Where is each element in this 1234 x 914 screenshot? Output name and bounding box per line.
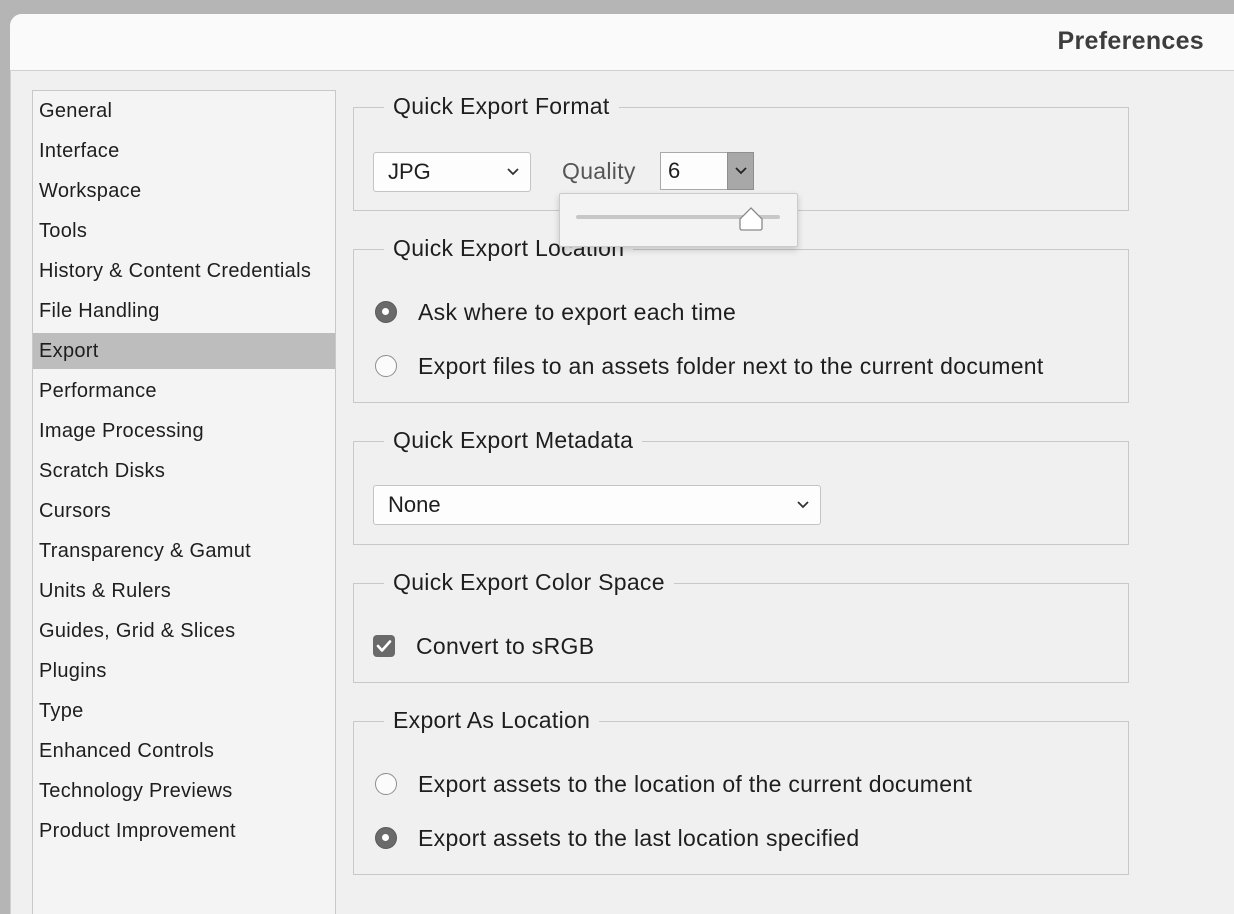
sidebar-item-export[interactable]: Export: [33, 333, 335, 369]
quality-dropdown-button[interactable]: [727, 152, 754, 190]
chevron-down-icon: [506, 153, 520, 206]
sidebar-item-units-rulers[interactable]: Units & Rulers: [33, 573, 335, 609]
quick-export-metadata-group: Quick Export Metadata None: [353, 426, 1129, 545]
title-bar: Preferences: [10, 14, 1234, 71]
option-label: Export assets to the last location speci…: [418, 825, 860, 851]
option-label: Export assets to the location of the cur…: [418, 771, 973, 797]
sidebar-item-type[interactable]: Type: [33, 693, 335, 729]
quick-export-color-space-legend: Quick Export Color Space: [384, 568, 674, 596]
metadata-select-value: None: [388, 492, 441, 517]
slider-thumb-icon[interactable]: [738, 206, 764, 232]
quick-export-format-legend: Quick Export Format: [384, 92, 619, 120]
sidebar-item-cursors[interactable]: Cursors: [33, 493, 335, 529]
sidebar-item-plugins[interactable]: Plugins: [33, 653, 335, 689]
sidebar-item-transparency-gamut[interactable]: Transparency & Gamut: [33, 533, 335, 569]
checkbox-checked[interactable]: [373, 635, 395, 657]
sidebar-item-general[interactable]: General: [33, 93, 335, 129]
sidebar-item-technology-previews[interactable]: Technology Previews: [33, 773, 335, 809]
radio-button[interactable]: [375, 355, 397, 377]
chevron-down-icon: [796, 486, 810, 539]
window-title: Preferences: [1057, 27, 1204, 55]
export-as-location-legend: Export As Location: [384, 706, 600, 734]
option-label: Ask where to export each time: [418, 299, 737, 325]
format-select-value: JPG: [388, 159, 431, 184]
sidebar-item-interface[interactable]: Interface: [33, 133, 335, 169]
quality-slider-popover: [559, 193, 798, 247]
sidebar-item-file-handling[interactable]: File Handling: [33, 293, 335, 329]
quality-label: Quality: [562, 158, 636, 184]
sidebar-item-enhanced-controls[interactable]: Enhanced Controls: [33, 733, 335, 769]
sidebar-item-guides-grid-slices[interactable]: Guides, Grid & Slices: [33, 613, 335, 649]
checkmark-icon: [376, 640, 392, 652]
quick-export-location-group: Quick Export Location Ask where to expor…: [353, 234, 1129, 403]
sidebar-item-history-content-credentials[interactable]: History & Content Credentials: [33, 253, 335, 289]
preferences-window: Preferences General Interface Workspace …: [10, 14, 1234, 914]
radio-button[interactable]: [375, 773, 397, 795]
metadata-select[interactable]: None: [373, 485, 821, 525]
option-label: Export files to an assets folder next to…: [418, 353, 1044, 379]
sidebar-item-image-processing[interactable]: Image Processing: [33, 413, 335, 449]
sidebar-item-workspace[interactable]: Workspace: [33, 173, 335, 209]
sidebar-item-product-improvement[interactable]: Product Improvement: [33, 813, 335, 849]
radio-button-selected[interactable]: [375, 301, 397, 323]
preferences-sidebar: General Interface Workspace Tools Histor…: [32, 90, 336, 914]
format-select[interactable]: JPG: [373, 152, 531, 192]
quick-export-metadata-legend: Quick Export Metadata: [384, 426, 643, 454]
chevron-down-icon: [734, 167, 747, 175]
sidebar-item-tools[interactable]: Tools: [33, 213, 335, 249]
convert-srgb-label: Convert to sRGB: [416, 633, 595, 659]
sidebar-item-scratch-disks[interactable]: Scratch Disks: [33, 453, 335, 489]
sidebar-item-performance[interactable]: Performance: [33, 373, 335, 409]
radio-button-selected[interactable]: [375, 827, 397, 849]
quick-export-color-space-group: Quick Export Color Space Convert to sRGB: [353, 568, 1129, 683]
export-as-location-group: Export As Location Export assets to the …: [353, 706, 1129, 875]
quality-input[interactable]: 6: [660, 152, 728, 190]
